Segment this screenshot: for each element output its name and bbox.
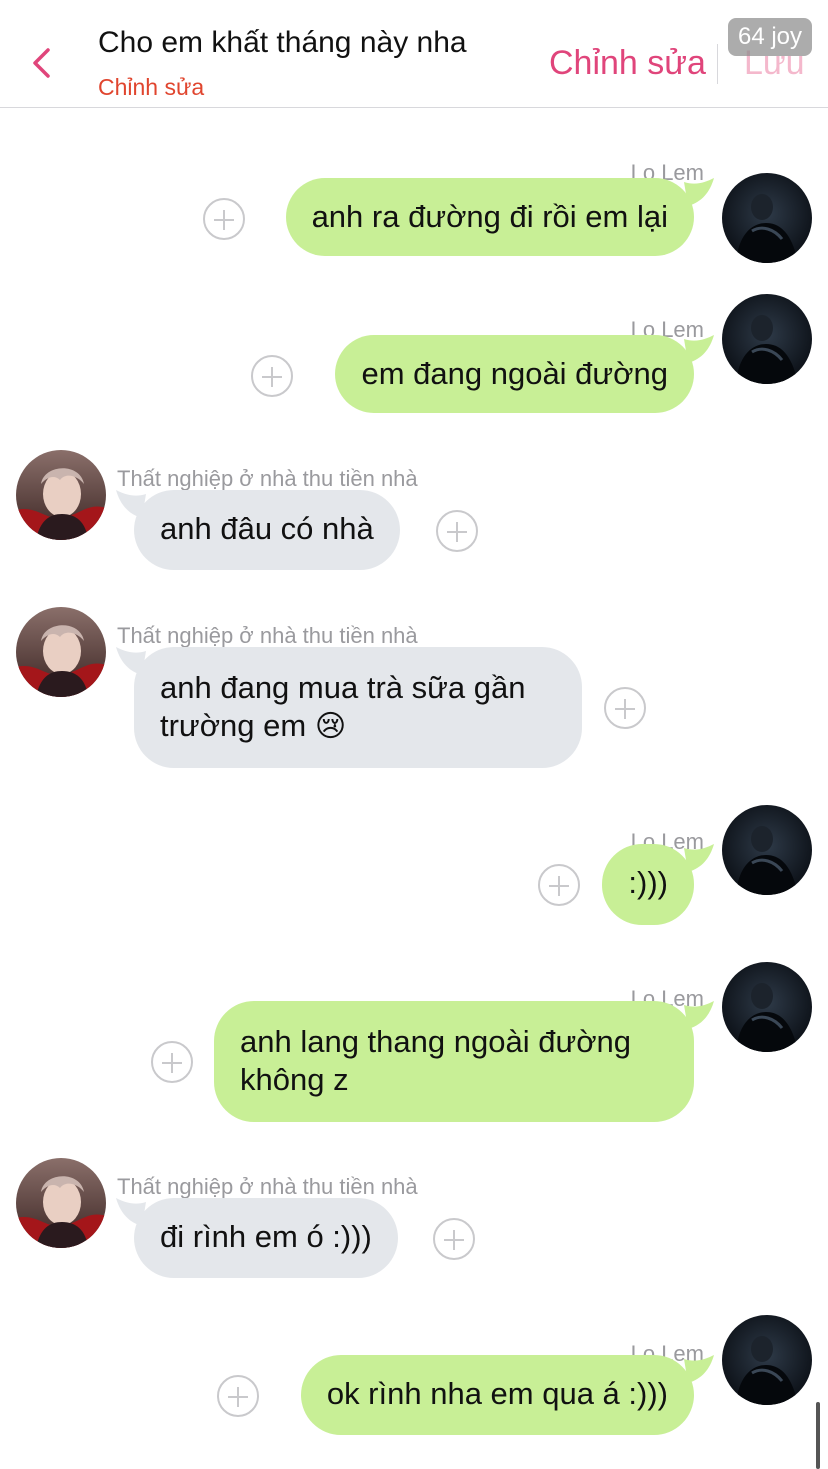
avatar-image xyxy=(722,294,812,384)
add-reaction-button[interactable] xyxy=(604,687,646,729)
message-bubble[interactable]: anh đâu có nhà xyxy=(134,490,400,570)
add-reaction-button[interactable] xyxy=(151,1041,193,1083)
edit-button[interactable]: Chỉnh sửa xyxy=(549,44,706,83)
avatar-image xyxy=(722,173,812,263)
avatar[interactable] xyxy=(16,607,106,697)
avatar-image xyxy=(722,962,812,1052)
overlay-badge: 64 joy xyxy=(728,18,812,56)
avatar[interactable] xyxy=(722,173,812,263)
subtitle-edit-link[interactable]: Chỉnh sửa xyxy=(98,74,204,101)
crying-face-emoji: 😢 xyxy=(314,709,347,744)
message-bubble[interactable]: anh đang mua trà sữa gần trường em 😢 xyxy=(134,647,582,768)
page-title: Cho em khất tháng này nha xyxy=(98,26,467,59)
add-reaction-button[interactable] xyxy=(203,198,245,240)
message-line: anh lang thang ngoài đường xyxy=(240,1024,632,1059)
message-line: anh đang mua trà sữa gần xyxy=(160,670,526,705)
message-bubble[interactable]: :))) xyxy=(602,844,694,925)
header-divider xyxy=(717,44,718,84)
avatar[interactable] xyxy=(722,294,812,384)
add-reaction-button[interactable] xyxy=(217,1375,259,1417)
message-row: Lọ Lem anh lang thang ngoài đường không … xyxy=(0,954,828,1134)
message-bubble[interactable]: ok rình nha em qua á :))) xyxy=(300,1355,694,1435)
message-row: Thất nghiệp ở nhà thu tiền nhà đi rình e… xyxy=(0,1158,828,1298)
message-bubble[interactable]: em đang ngoài đường xyxy=(335,335,694,413)
sender-name: Thất nghiệp ở nhà thu tiền nhà xyxy=(117,466,418,491)
sender-name: Thất nghiệp ở nhà thu tiền nhà xyxy=(117,623,418,648)
avatar-image xyxy=(16,450,106,540)
chevron-left-icon xyxy=(33,48,50,78)
add-reaction-button[interactable] xyxy=(251,355,293,397)
avatar[interactable] xyxy=(16,1158,106,1248)
chat-thread[interactable]: Lọ Lem anh ra đường đi rồi em lại Lọ Lem… xyxy=(0,108,828,1469)
avatar-image xyxy=(722,1315,812,1405)
avatar-image xyxy=(16,607,106,697)
back-button[interactable] xyxy=(20,38,64,88)
message-row: Thất nghiệp ở nhà thu tiền nhà anh đang … xyxy=(0,607,828,777)
chat-header: Cho em khất tháng này nha Chỉnh sửa Chỉn… xyxy=(0,0,828,108)
add-reaction-button[interactable] xyxy=(433,1218,475,1260)
message-line: trường em 😢 xyxy=(160,708,347,744)
avatar[interactable] xyxy=(722,962,812,1052)
message-row: Lọ Lem anh ra đường đi rồi em lại xyxy=(0,128,828,268)
avatar-image xyxy=(16,1158,106,1248)
avatar[interactable] xyxy=(722,805,812,895)
add-reaction-button[interactable] xyxy=(436,510,478,552)
message-bubble[interactable]: anh ra đường đi rồi em lại xyxy=(285,178,694,256)
avatar[interactable] xyxy=(16,450,106,540)
scrollbar[interactable] xyxy=(816,1402,820,1469)
avatar[interactable] xyxy=(722,1315,812,1405)
sender-name: Thất nghiệp ở nhà thu tiền nhà xyxy=(117,1174,418,1199)
avatar-image xyxy=(722,805,812,895)
message-row: Lọ Lem ok rình nha em qua á :))) xyxy=(0,1309,828,1449)
message-bubble[interactable]: đi rình em ó :))) xyxy=(134,1198,398,1278)
message-row: Lọ Lem :))) xyxy=(0,797,828,937)
message-row: Lọ Lem em đang ngoài đường xyxy=(0,285,828,425)
message-line: không z xyxy=(240,1062,349,1097)
add-reaction-button[interactable] xyxy=(538,864,580,906)
message-row: Thất nghiệp ở nhà thu tiền nhà anh đâu c… xyxy=(0,450,828,590)
message-bubble[interactable]: anh lang thang ngoài đường không z xyxy=(214,1001,694,1122)
